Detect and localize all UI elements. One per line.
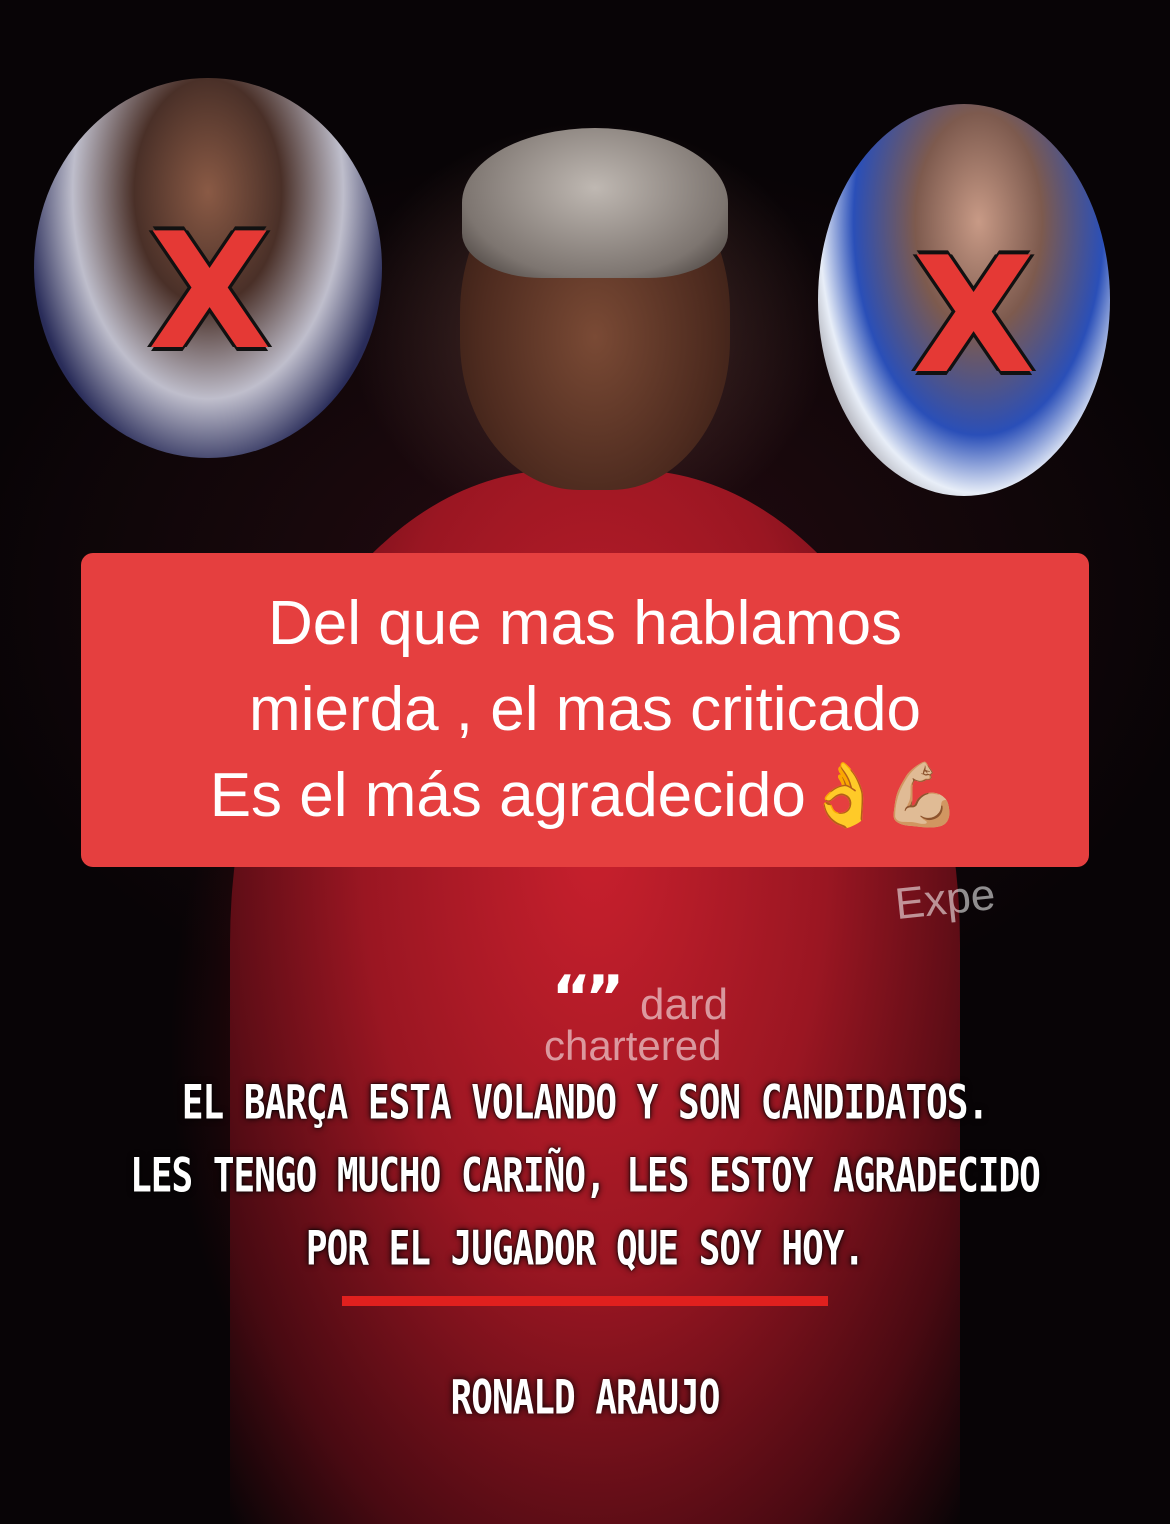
caption-line-1: Del que mas hablamos (267, 589, 903, 658)
quote-author: RONALD ARAUJO (450, 1372, 721, 1426)
quote-line-3: POR EL JUGADOR QUE SOY HOY. (305, 1222, 865, 1276)
divider-line (342, 1296, 828, 1306)
caption-line-3: Es el más agradecido👌💪🏼 (209, 761, 961, 830)
red-x-icon-right: X (912, 222, 1036, 409)
red-x-icon-left: X (148, 198, 272, 385)
quote-line-1: EL BARÇA ESTA VOLANDO Y SON CANDIDATOS. (181, 1077, 989, 1131)
sponsor-expedia-text: Expe (892, 869, 998, 930)
quote-mark-icon: “” (551, 963, 625, 1033)
caption-box: Del que mas hablamos mierda , el mas cri… (81, 553, 1089, 867)
quote-line-2: LES TENGO MUCHO CARIÑO, LES ESTOY AGRADE… (130, 1149, 1041, 1204)
main-player-hair (462, 128, 728, 278)
quote-text: EL BARÇA ESTA VOLANDO Y SON CANDIDATOS. … (0, 1068, 1170, 1286)
caption-line-2: mierda , el mas criticado (249, 675, 921, 744)
